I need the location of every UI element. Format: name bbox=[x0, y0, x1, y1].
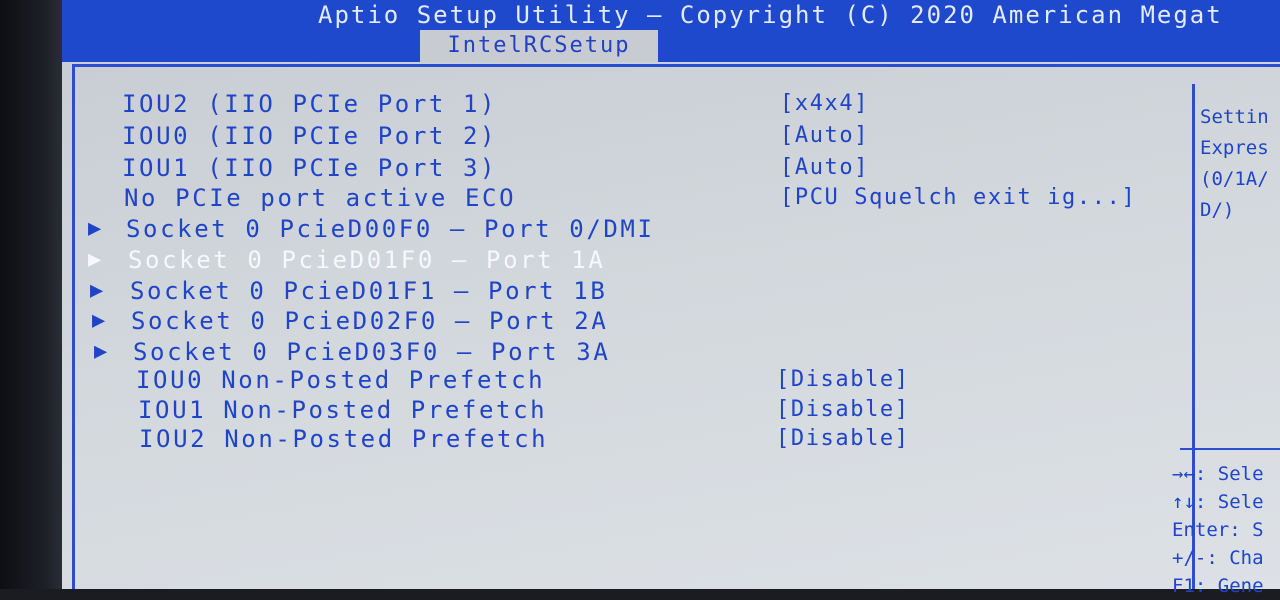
setting-label: IOU1 Non-Posted Prefetch bbox=[138, 396, 548, 424]
setting-value[interactable]: [Disable] bbox=[776, 425, 910, 453]
setting-row[interactable]: IOU0 Non-Posted Prefetch [Disable] bbox=[0, 366, 1160, 394]
setting-label: IOU0 Non-Posted Prefetch bbox=[136, 366, 546, 394]
setting-label: IOU1 (IIO PCIe Port 3) bbox=[122, 154, 498, 182]
setting-value[interactable]: [Disable] bbox=[776, 366, 910, 394]
setting-value[interactable]: [Auto] bbox=[780, 154, 869, 182]
setting-label: IOU2 Non-Posted Prefetch bbox=[139, 425, 549, 453]
key-legend-line: ↑↓: Sele bbox=[1172, 491, 1264, 513]
setting-label: Socket 0 PcieD00F0 – Port 0/DMI bbox=[126, 215, 655, 243]
setting-row[interactable]: IOU0 (IIO PCIe Port 2) [Auto] bbox=[0, 122, 1160, 150]
key-legend-divider bbox=[1180, 448, 1280, 450]
help-line: (0/1A/ bbox=[1200, 168, 1269, 190]
submenu-item[interactable]: ▶ Socket 0 PcieD01F0 – Port 1A bbox=[0, 246, 1160, 274]
setting-label: Socket 0 PcieD01F1 – Port 1B bbox=[130, 277, 608, 305]
key-legend-line: F1: Gene bbox=[1172, 575, 1264, 597]
setting-row[interactable]: IOU1 (IIO PCIe Port 3) [Auto] bbox=[0, 154, 1160, 182]
key-legend: →←: Sele ↑↓: Sele Enter: S +/-: Cha F1: … bbox=[1172, 460, 1280, 600]
submenu-item[interactable]: ▶ Socket 0 PcieD01F1 – Port 1B bbox=[0, 277, 1160, 305]
setting-label: Socket 0 PcieD02F0 – Port 2A bbox=[131, 307, 609, 335]
setting-label: Socket 0 PcieD03F0 – Port 3A bbox=[133, 338, 611, 366]
key-legend-line: →←: Sele bbox=[1172, 463, 1264, 485]
setting-row[interactable]: IOU1 Non-Posted Prefetch [Disable] bbox=[0, 396, 1160, 424]
submenu-arrow-icon: ▶ bbox=[92, 308, 106, 333]
setting-value[interactable]: [Disable] bbox=[776, 396, 910, 424]
setting-label: Socket 0 PcieD01F0 – Port 1A bbox=[128, 246, 606, 274]
setting-value[interactable]: [PCU Squelch exit ig...] bbox=[780, 184, 1136, 212]
setting-label: IOU0 (IIO PCIe Port 2) bbox=[122, 122, 498, 150]
help-line: Settin bbox=[1200, 106, 1269, 128]
setting-label: No PCIe port active ECO bbox=[124, 184, 517, 212]
submenu-item[interactable]: ▶ Socket 0 PcieD03F0 – Port 3A bbox=[0, 338, 1160, 366]
submenu-item[interactable]: ▶ Socket 0 PcieD02F0 – Port 2A bbox=[0, 307, 1160, 335]
help-line: Expres bbox=[1200, 137, 1269, 159]
key-legend-line: Enter: S bbox=[1172, 519, 1264, 541]
setting-value[interactable]: [x4x4] bbox=[780, 90, 869, 118]
setting-row[interactable]: IOU2 Non-Posted Prefetch [Disable] bbox=[0, 425, 1160, 453]
submenu-arrow-icon: ▶ bbox=[90, 278, 104, 303]
setting-value[interactable]: [Auto] bbox=[780, 122, 869, 150]
submenu-arrow-icon: ▶ bbox=[88, 216, 102, 241]
help-text: Settin Expres (0/1A/ D/) bbox=[1200, 102, 1280, 226]
submenu-arrow-icon: ▶ bbox=[88, 247, 102, 272]
tab-intelrcsetup[interactable]: IntelRCSetup bbox=[420, 30, 658, 62]
setting-label: IOU2 (IIO PCIe Port 1) bbox=[122, 90, 498, 118]
setting-row[interactable]: No PCIe port active ECO [PCU Squelch exit… bbox=[0, 184, 1160, 212]
setting-row[interactable]: IOU2 (IIO PCIe Port 1) [x4x4] bbox=[0, 90, 1160, 118]
submenu-item[interactable]: ▶ Socket 0 PcieD00F0 – Port 0/DMI bbox=[0, 215, 1160, 243]
submenu-arrow-icon: ▶ bbox=[94, 339, 108, 364]
help-line: D/) bbox=[1200, 199, 1235, 221]
app-title: Aptio Setup Utility – Copyright (C) 2020… bbox=[318, 1, 1223, 29]
key-legend-line: +/-: Cha bbox=[1172, 547, 1264, 569]
